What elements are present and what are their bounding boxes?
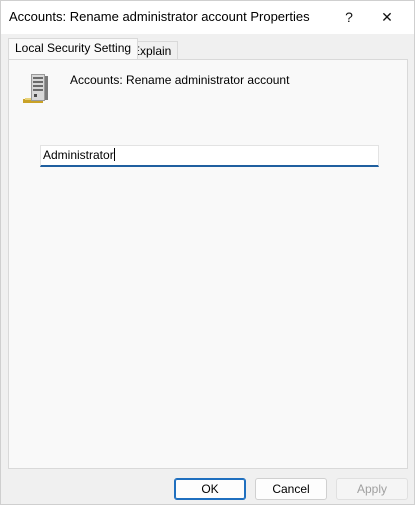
ok-button[interactable]: OK [174, 478, 246, 500]
title-bar[interactable]: Accounts: Rename administrator account P… [1, 1, 414, 34]
cancel-button[interactable]: Cancel [255, 478, 327, 500]
tab-local-security-setting[interactable]: Local Security Setting [8, 38, 139, 59]
account-name-value: Administrator [43, 148, 114, 162]
server-policy-icon [23, 74, 48, 103]
account-name-input[interactable]: Administrator [40, 145, 379, 167]
close-button[interactable]: ✕ [369, 1, 405, 33]
help-icon: ? [345, 9, 353, 25]
window-title: Accounts: Rename administrator account P… [9, 9, 310, 24]
apply-button[interactable]: Apply [336, 478, 408, 500]
policy-name-label: Accounts: Rename administrator account [70, 73, 290, 87]
properties-dialog: Accounts: Rename administrator account P… [0, 0, 415, 505]
close-icon: ✕ [381, 8, 393, 25]
text-caret [113, 148, 115, 161]
help-button[interactable]: ? [331, 1, 367, 33]
tab-panel: Accounts: Rename administrator account A… [8, 59, 408, 469]
